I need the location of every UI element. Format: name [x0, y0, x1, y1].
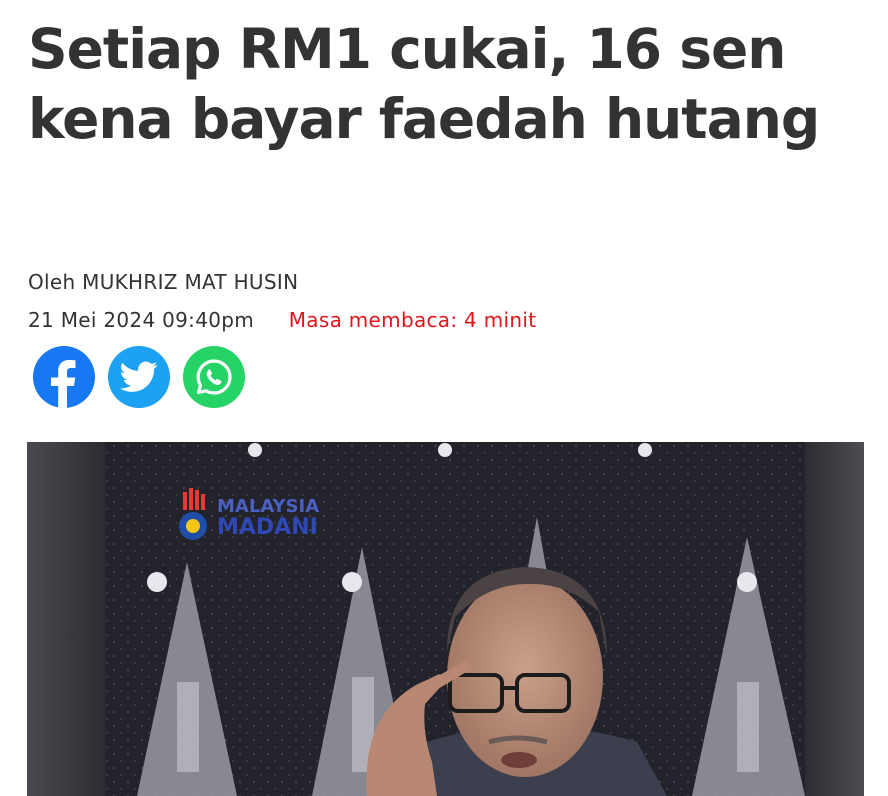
article-headline: Setiap RM1 cukai, 16 sen kena bayar faed… — [28, 17, 820, 151]
share-buttons — [33, 346, 245, 408]
facebook-share-button[interactable] — [33, 346, 95, 408]
logo-text-malaysia: MALAYSIA — [217, 496, 319, 517]
facebook-icon — [51, 360, 76, 408]
logo-text-madani: MADANI — [217, 515, 318, 540]
hero-image[interactable]: MALAYSIA MADANI — [27, 442, 864, 796]
hero-photo: MALAYSIA MADANI — [27, 442, 864, 796]
publish-date: 21 Mei 2024 09:40pm — [28, 308, 255, 332]
reading-time: Masa membaca: 4 minit — [288, 308, 537, 332]
twitter-icon — [120, 361, 158, 392]
article-meta: 21 Mei 2024 09:40pm Masa membaca: 4 mini… — [28, 308, 536, 332]
whatsapp-icon — [196, 359, 232, 395]
whatsapp-share-button[interactable] — [183, 346, 245, 408]
article-byline: Oleh MUKHRIZ MAT HUSIN — [28, 270, 299, 294]
twitter-share-button[interactable] — [108, 346, 170, 408]
